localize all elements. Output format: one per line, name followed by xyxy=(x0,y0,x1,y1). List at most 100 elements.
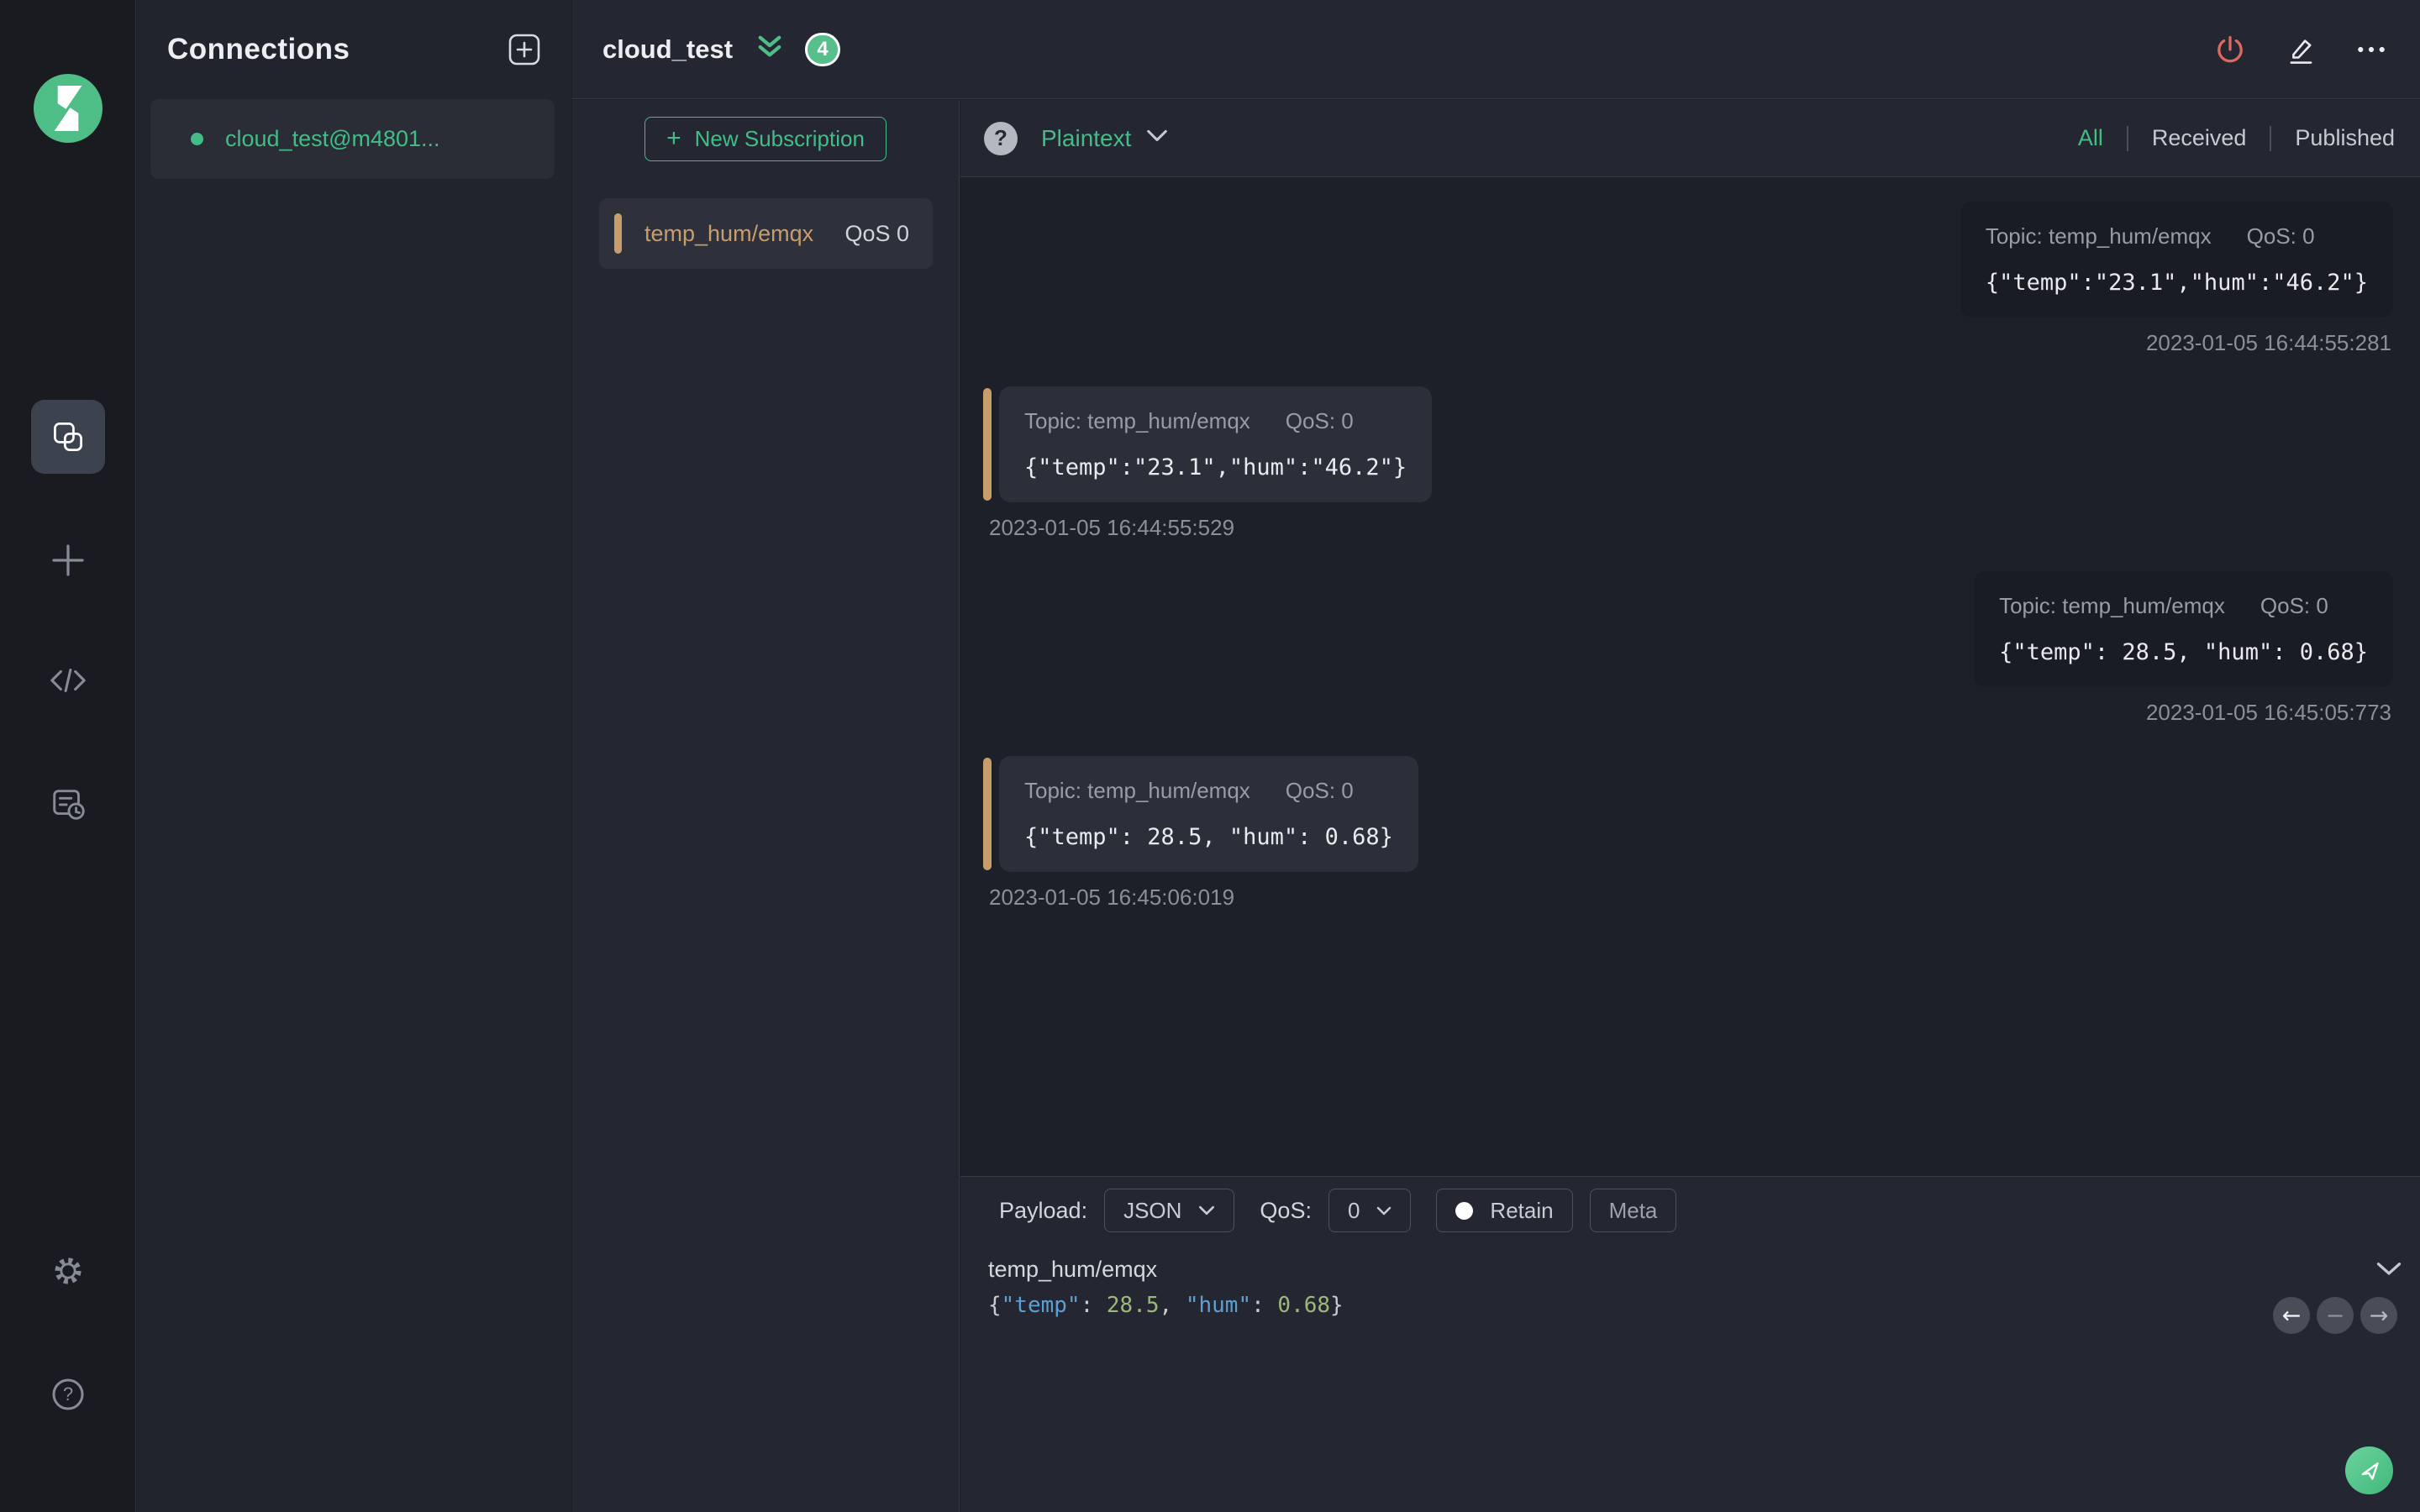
help-icon: ? xyxy=(52,1378,84,1410)
message-qos-label: QoS: 0 xyxy=(1285,778,1354,803)
message-timestamp: 2023-01-05 16:45:05:773 xyxy=(2145,700,2391,725)
connections-icon xyxy=(54,423,82,451)
message-topic-label: Topic: temp_hum/emqx xyxy=(1999,593,2225,618)
payload-format-select[interactable]: JSON xyxy=(1104,1189,1235,1232)
meta-label: Meta xyxy=(1608,1197,1658,1223)
qos-value: 0 xyxy=(1347,1197,1360,1223)
message-qos-label: QoS: 0 xyxy=(2246,223,2315,249)
message-qos-label: QoS: 0 xyxy=(2260,593,2328,618)
qos-label: QoS: xyxy=(1260,1197,1312,1223)
disconnect-power-icon xyxy=(2217,35,2243,62)
payload-format-value: JSON xyxy=(1123,1197,1182,1223)
message-bubble[interactable]: Topic: temp_hum/emqx QoS: 0 {"temp":"23.… xyxy=(999,386,1433,502)
script-code-icon xyxy=(50,669,86,692)
new-subscription-button[interactable]: + New Subscription xyxy=(644,116,886,161)
retain-label: Retain xyxy=(1490,1197,1554,1223)
collapse-panel-chevrons-icon[interactable] xyxy=(755,34,785,64)
subscription-qos: QoS 0 xyxy=(844,220,909,246)
topic-input-row: temp_hum/emqx xyxy=(988,1251,2402,1288)
connection-content: + New Subscription temp_hum/emqx QoS 0 ?… xyxy=(572,100,2420,1512)
filter-published[interactable]: Published xyxy=(2295,125,2395,151)
message-payload: {"temp": 28.5, "hum": 0.68} xyxy=(1999,639,2368,665)
filter-all[interactable]: All xyxy=(2078,125,2103,151)
expand-editor-chevron-icon[interactable] xyxy=(2376,1262,2402,1277)
mqttx-logo-icon xyxy=(34,74,103,143)
message-payload: {"temp": 28.5, "hum": 0.68} xyxy=(1024,824,1393,850)
log-icon xyxy=(53,790,85,820)
more-options-button[interactable] xyxy=(2353,31,2390,68)
message-list[interactable]: Topic: temp_hum/emqx QoS: 0 {"temp":"23.… xyxy=(960,178,2420,1176)
subscriptions-column: + New Subscription temp_hum/emqx QoS 0 xyxy=(572,100,960,1512)
nav-script[interactable] xyxy=(48,660,88,701)
filter-separator xyxy=(2270,125,2272,151)
qos-select[interactable]: 0 xyxy=(1328,1189,1412,1232)
main-area: cloud_test 4 + New Subscription temp_hum… xyxy=(572,0,2420,1512)
message-bubble[interactable]: Topic: temp_hum/emqx QoS: 0 {"temp": 28.… xyxy=(999,756,1418,872)
disconnect-button[interactable] xyxy=(2212,31,2249,68)
message-published: Topic: temp_hum/emqx QoS: 0 {"temp":"23.… xyxy=(983,202,2393,356)
messages-column: ? Plaintext All Received Published Topic… xyxy=(960,100,2420,1512)
connection-header: cloud_test 4 xyxy=(572,0,2420,99)
nav-connections-active[interactable] xyxy=(31,400,105,474)
send-message-button[interactable] xyxy=(2345,1446,2393,1494)
message-count-badge[interactable]: 4 xyxy=(805,32,841,66)
payload-label: Payload: xyxy=(999,1197,1088,1223)
message-topic-label: Topic: temp_hum/emqx xyxy=(1024,778,1250,803)
message-payload: {"temp":"23.1","hum":"46.2"} xyxy=(1024,454,1407,480)
chevron-down-icon xyxy=(1199,1205,1215,1215)
subscriptions-header: + New Subscription xyxy=(572,100,959,177)
connection-list-item[interactable]: cloud_test@m4801... xyxy=(150,99,555,179)
meta-button[interactable]: Meta xyxy=(1589,1189,1677,1232)
connection-name: cloud_test@m4801... xyxy=(225,126,440,151)
topic-input[interactable]: temp_hum/emqx xyxy=(988,1257,1157,1283)
message-qos-label: QoS: 0 xyxy=(1285,408,1354,433)
history-nav-group: ← − → xyxy=(2273,1297,2397,1334)
connections-title: Connections xyxy=(167,33,350,66)
publish-controls: Payload: JSON QoS: 0 Retain Meta xyxy=(999,1189,1677,1232)
message-timestamp: 2023-01-05 16:44:55:529 xyxy=(989,515,1235,540)
chevron-down-icon[interactable] xyxy=(1146,129,1168,147)
message-topic-color-bar xyxy=(983,388,992,501)
svg-text:?: ? xyxy=(63,1383,73,1404)
message-filter-group: All Received Published xyxy=(2078,125,2395,151)
connections-panel: Connections cloud_test@m4801... xyxy=(137,0,571,1512)
add-connection-button[interactable] xyxy=(508,33,541,66)
message-received: Topic: temp_hum/emqx QoS: 0 {"temp": 28.… xyxy=(983,756,2393,911)
subscription-color-bar xyxy=(614,213,622,254)
message-topic-color-bar xyxy=(983,758,992,870)
nav-new-connection[interactable] xyxy=(48,540,88,580)
message-bubble[interactable]: Topic: temp_hum/emqx QoS: 0 {"temp":"23.… xyxy=(1960,202,2393,318)
subscription-list-item[interactable]: temp_hum/emqx QoS 0 xyxy=(599,198,933,269)
left-nav-rail: ? xyxy=(0,0,136,1512)
history-prev-button[interactable]: ← xyxy=(2273,1297,2310,1334)
message-topic-label: Topic: temp_hum/emqx xyxy=(1024,408,1250,433)
new-connection-plus-icon xyxy=(52,544,84,576)
collapse-editor-button[interactable]: − xyxy=(2317,1297,2354,1334)
edit-pencil-icon xyxy=(2290,39,2312,64)
chevron-down-icon xyxy=(1377,1206,1392,1215)
mqttx-app-window: ? Connections cloud_test@m4801... cloud_… xyxy=(0,0,2420,1512)
message-bubble[interactable]: Topic: temp_hum/emqx QoS: 0 {"temp": 28.… xyxy=(1974,571,2393,687)
subscription-topic: temp_hum/emqx xyxy=(644,220,814,246)
send-plane-icon xyxy=(2361,1462,2379,1480)
nav-settings[interactable] xyxy=(48,1251,88,1291)
retain-toggle[interactable]: Retain xyxy=(1436,1189,1573,1232)
message-topic-label: Topic: temp_hum/emqx xyxy=(1985,223,2212,249)
more-ellipsis-icon xyxy=(2358,46,2385,52)
payload-format-selector[interactable]: Plaintext xyxy=(1041,125,1131,152)
messages-toolbar: ? Plaintext All Received Published xyxy=(960,100,2420,177)
nav-help[interactable]: ? xyxy=(48,1374,88,1415)
connection-title: cloud_test xyxy=(602,34,734,64)
nav-log[interactable] xyxy=(48,784,88,824)
connection-status-dot xyxy=(191,133,203,145)
filter-received[interactable]: Received xyxy=(2152,125,2247,151)
add-connection-plus-square-icon xyxy=(508,34,540,66)
message-timestamp: 2023-01-05 16:45:06:019 xyxy=(989,885,1235,910)
payload-editor-line[interactable]: {"temp": 28.5, "hum": 0.68} xyxy=(988,1293,1344,1318)
message-published: Topic: temp_hum/emqx QoS: 0 {"temp": 28.… xyxy=(983,571,2393,726)
payload-format-help-icon[interactable]: ? xyxy=(984,121,1018,155)
edit-connection-button[interactable] xyxy=(2282,31,2319,68)
retain-dot-icon xyxy=(1455,1201,1474,1220)
history-next-button[interactable]: → xyxy=(2360,1297,2397,1334)
new-subscription-label: New Subscription xyxy=(694,125,865,151)
